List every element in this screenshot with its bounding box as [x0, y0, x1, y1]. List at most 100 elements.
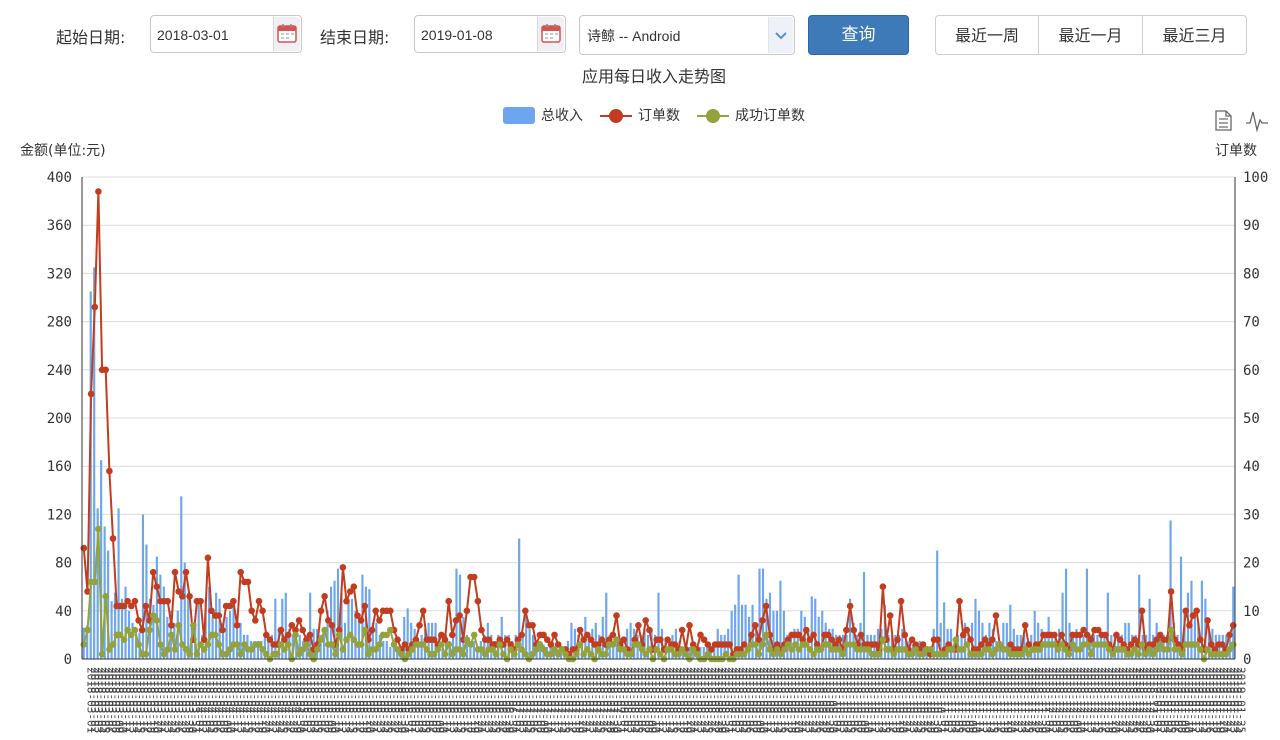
- point-orders: [857, 631, 865, 639]
- point-orders: [1204, 617, 1211, 624]
- chevron-down-icon[interactable]: [768, 17, 793, 53]
- point-orders: [635, 622, 642, 629]
- x-tick-label: 2019-01-25: [1234, 667, 1247, 733]
- point-success: [211, 631, 219, 639]
- point-orders: [1138, 607, 1146, 615]
- point-success: [321, 626, 328, 634]
- end-date-label: 结束日期:: [320, 28, 390, 47]
- point-orders: [131, 597, 139, 605]
- point-success: [120, 636, 128, 643]
- point-success: [445, 641, 453, 648]
- point-orders: [751, 622, 759, 629]
- point-success: [511, 650, 518, 658]
- point-orders: [317, 607, 325, 615]
- point-orders: [171, 568, 179, 576]
- point-orders: [992, 612, 1000, 619]
- point-success: [496, 641, 504, 648]
- start-date-picker[interactable]: [150, 15, 302, 54]
- point-orders: [135, 617, 142, 624]
- legend-item-total[interactable]: 总收入: [503, 107, 583, 124]
- point-success: [1197, 646, 1204, 653]
- start-date-input[interactable]: [151, 16, 279, 54]
- bar-total-income: [1002, 622, 1005, 659]
- point-success: [1087, 650, 1095, 658]
- end-date-picker[interactable]: [414, 15, 566, 54]
- point-orders: [91, 303, 99, 311]
- point-orders: [248, 607, 255, 615]
- calendar-icon[interactable]: [537, 17, 564, 51]
- point-orders: [518, 631, 525, 639]
- point-orders: [726, 641, 733, 648]
- bar-total-income: [1193, 616, 1197, 659]
- point-success: [1065, 650, 1073, 658]
- point-success: [875, 650, 883, 658]
- point-success: [470, 631, 478, 639]
- last-three-months-button[interactable]: 最近三月: [1142, 15, 1247, 55]
- legend-marker-orders: [609, 109, 623, 123]
- point-orders: [678, 626, 686, 634]
- bar-total-income: [824, 622, 827, 659]
- point-orders: [748, 631, 755, 639]
- chart-title: 应用每日收入走势图: [582, 67, 726, 86]
- line-toggle-icon[interactable]: [1246, 111, 1268, 133]
- app-select[interactable]: 诗鲸 -- Android: [579, 15, 795, 55]
- point-orders: [963, 626, 971, 634]
- legend-label-total: 总收入: [541, 108, 583, 124]
- point-success: [131, 626, 139, 634]
- point-orders: [613, 612, 620, 619]
- y-right-tick-label: 30: [1243, 507, 1260, 523]
- point-orders: [843, 626, 850, 634]
- point-success: [135, 641, 142, 648]
- point-success: [317, 636, 325, 643]
- y-left-tick-label: 320: [47, 266, 72, 282]
- point-orders: [835, 636, 843, 643]
- y-left-tick-label: 400: [47, 170, 72, 186]
- end-date-input[interactable]: [415, 16, 543, 54]
- point-orders: [328, 622, 336, 629]
- legend-label-orders: 订单数: [638, 108, 680, 124]
- data-view-icon[interactable]: [1215, 110, 1232, 131]
- point-orders: [449, 631, 456, 639]
- point-success: [1135, 650, 1142, 658]
- point-success: [602, 650, 609, 658]
- point-orders: [445, 597, 453, 605]
- point-success: [204, 641, 212, 648]
- y-right-tick-label: 20: [1243, 556, 1260, 572]
- y-left-tick-label: 160: [47, 459, 72, 475]
- bar-total-income: [274, 598, 277, 659]
- point-orders: [463, 607, 471, 615]
- bar-total-income: [389, 646, 392, 659]
- calendar-icon[interactable]: [273, 17, 300, 51]
- point-success: [328, 641, 336, 648]
- point-orders: [80, 544, 88, 552]
- legend-item-orders[interactable]: 订单数: [600, 108, 680, 124]
- y-left-tick-label: 80: [55, 556, 72, 572]
- last-week-button[interactable]: 最近一周: [935, 15, 1039, 55]
- point-orders: [164, 597, 171, 605]
- point-success: [1167, 626, 1175, 634]
- point-orders: [149, 568, 157, 576]
- y-right-tick-label: 40: [1243, 459, 1260, 475]
- last-month-button[interactable]: 最近一月: [1038, 15, 1143, 55]
- series-line-orders: [82, 190, 1235, 656]
- point-orders: [1021, 622, 1029, 629]
- y-right-tick-label: 80: [1243, 266, 1260, 282]
- start-date-label: 起始日期:: [56, 28, 126, 47]
- point-success: [91, 578, 99, 586]
- point-success: [164, 646, 171, 653]
- point-success: [627, 650, 635, 658]
- right-axis-label: 订单数: [1215, 143, 1257, 159]
- point-success: [1164, 646, 1171, 653]
- point-orders: [810, 631, 817, 639]
- query-button[interactable]: 查询: [808, 15, 909, 55]
- legend-marker-success: [706, 109, 720, 123]
- point-orders: [372, 607, 380, 615]
- y-left-tick-label: 40: [55, 604, 72, 620]
- point-orders: [1193, 607, 1200, 615]
- point-orders: [357, 617, 365, 624]
- point-orders: [850, 626, 857, 634]
- point-orders: [284, 631, 292, 639]
- point-orders: [1102, 631, 1109, 639]
- legend-item-success[interactable]: 成功订单数: [697, 108, 805, 124]
- point-orders: [642, 617, 649, 624]
